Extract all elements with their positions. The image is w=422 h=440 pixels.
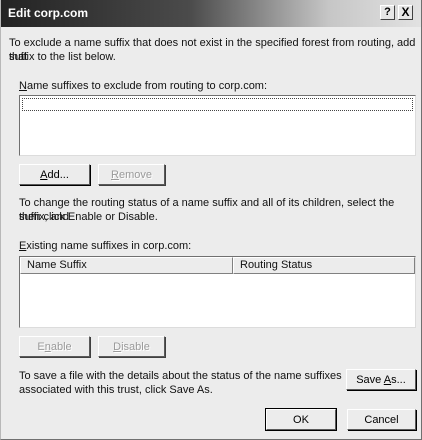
window-title: Edit corp.com: [8, 6, 89, 20]
exclude-label-accel: N: [19, 80, 27, 92]
column-header-name-suffix[interactable]: Name Suffix: [20, 257, 233, 274]
cancel-button[interactable]: Cancel: [347, 409, 416, 430]
edit-trust-dialog: Edit corp.com ? X To exclude a name suff…: [0, 0, 422, 440]
intro-text-line-2: suffix to the list below.: [9, 51, 116, 63]
routing-info-line-2: then click Enable or Disable.: [19, 211, 158, 223]
close-button[interactable]: X: [398, 5, 413, 20]
help-button[interactable]: ?: [380, 5, 395, 20]
save-as-label: s...: [391, 374, 406, 386]
enable-button[interactable]: Enable: [19, 336, 90, 357]
exclude-label-rest: ame suffixes to exclude from routing to …: [26, 80, 268, 92]
save-as-button[interactable]: Save As...: [346, 369, 416, 390]
title-bar[interactable]: Edit corp.com ? X: [1, 0, 421, 27]
enable-label: able: [50, 341, 72, 353]
existing-label-rest: xisting name suffixes in corp.com:: [26, 240, 192, 252]
column-header-routing-status[interactable]: Routing Status: [233, 257, 415, 274]
enable-label-pre: E: [37, 341, 45, 353]
existing-suffix-list[interactable]: Name Suffix Routing Status: [19, 256, 416, 328]
disable-label: isable: [121, 341, 150, 353]
remove-button[interactable]: Remove: [98, 164, 165, 185]
save-as-accel: A: [383, 374, 392, 386]
remove-accel: R: [111, 169, 119, 181]
save-info-line-1: To save a file with the details about th…: [19, 370, 342, 382]
focus-rectangle: [22, 98, 413, 111]
save-info-line-2: associated with this trust, click Save A…: [19, 384, 213, 396]
disable-accel: D: [113, 341, 122, 353]
add-label: dd...: [47, 169, 69, 181]
ok-button[interactable]: OK: [265, 408, 337, 431]
disable-button[interactable]: Disable: [98, 336, 165, 357]
remove-label: emove: [118, 169, 152, 181]
save-as-label-pre: Save: [356, 374, 384, 386]
exclude-suffix-list[interactable]: [19, 95, 416, 156]
exclude-list-label: Name suffixes to exclude from routing to…: [19, 79, 267, 93]
add-button[interactable]: Add...: [19, 164, 90, 185]
existing-list-label: Existing name suffixes in corp.com:: [19, 239, 191, 253]
